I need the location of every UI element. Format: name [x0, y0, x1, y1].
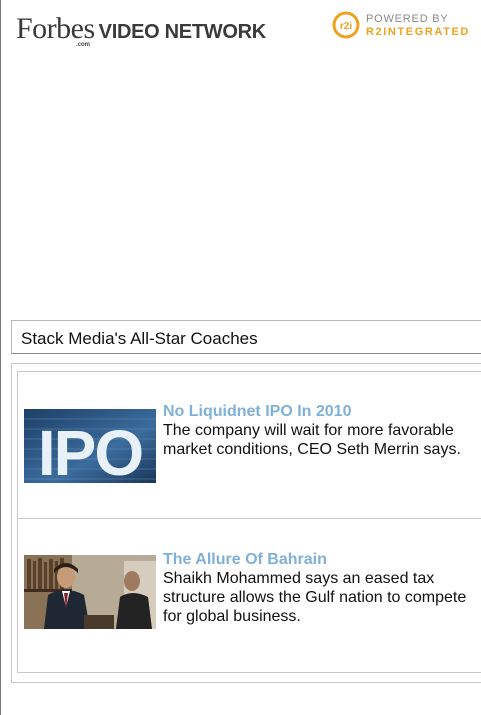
ipo-thumbnail-image: IPO [24, 409, 156, 483]
playlist: IPO No Liquidnet IPO In 2010 The company… [11, 363, 481, 683]
r2integrated-label: R2INTEGRATED [366, 26, 470, 38]
r2i-logo-text: r2i [340, 21, 352, 32]
playlist-item-text: No Liquidnet IPO In 2010 The company wil… [163, 402, 479, 459]
header: Forbes VIDEO NETWORK .com r2i POWERED BY … [1, 0, 481, 54]
playlist-item-description: Shaikh Mohammed says an eased tax struct… [163, 570, 467, 625]
playlist-item-title[interactable]: No Liquidnet IPO In 2010 [163, 402, 479, 421]
dotcom-label: .com [76, 42, 91, 48]
powered-by-r2i[interactable]: r2i POWERED BY R2INTEGRATED [332, 8, 481, 42]
video-thumbnail[interactable] [24, 555, 156, 629]
video-network-label: VIDEO NETWORK [98, 21, 267, 43]
playlist-item-text: The Allure Of Bahrain Shaikh Mohammed sa… [163, 550, 479, 626]
playlist-item-description: The company will wait for more favorable… [163, 422, 461, 458]
ipo-thumb-text: IPO [38, 417, 142, 483]
now-playing-bar: Stack Media's All-Star Coaches [11, 320, 481, 354]
forbes-video-network-logo[interactable]: Forbes VIDEO NETWORK .com [16, 12, 267, 48]
forbes-wordmark: Forbes [16, 12, 95, 45]
video-thumbnail[interactable]: IPO [24, 409, 156, 483]
video-player[interactable] [2, 54, 481, 318]
r2i-logo-icon: r2i [332, 11, 360, 39]
bahrain-thumbnail-image [24, 555, 156, 629]
now-playing-title: Stack Media's All-Star Coaches [21, 329, 258, 348]
powered-by-label: POWERED BY [366, 13, 449, 25]
playlist-item[interactable]: IPO No Liquidnet IPO In 2010 The company… [18, 372, 481, 519]
video-widget-frame: Forbes VIDEO NETWORK .com r2i POWERED BY … [0, 0, 481, 715]
playlist-item-title[interactable]: The Allure Of Bahrain [163, 550, 479, 569]
playlist-list: IPO No Liquidnet IPO In 2010 The company… [17, 371, 481, 673]
playlist-item[interactable]: The Allure Of Bahrain Shaikh Mohammed sa… [18, 519, 481, 673]
